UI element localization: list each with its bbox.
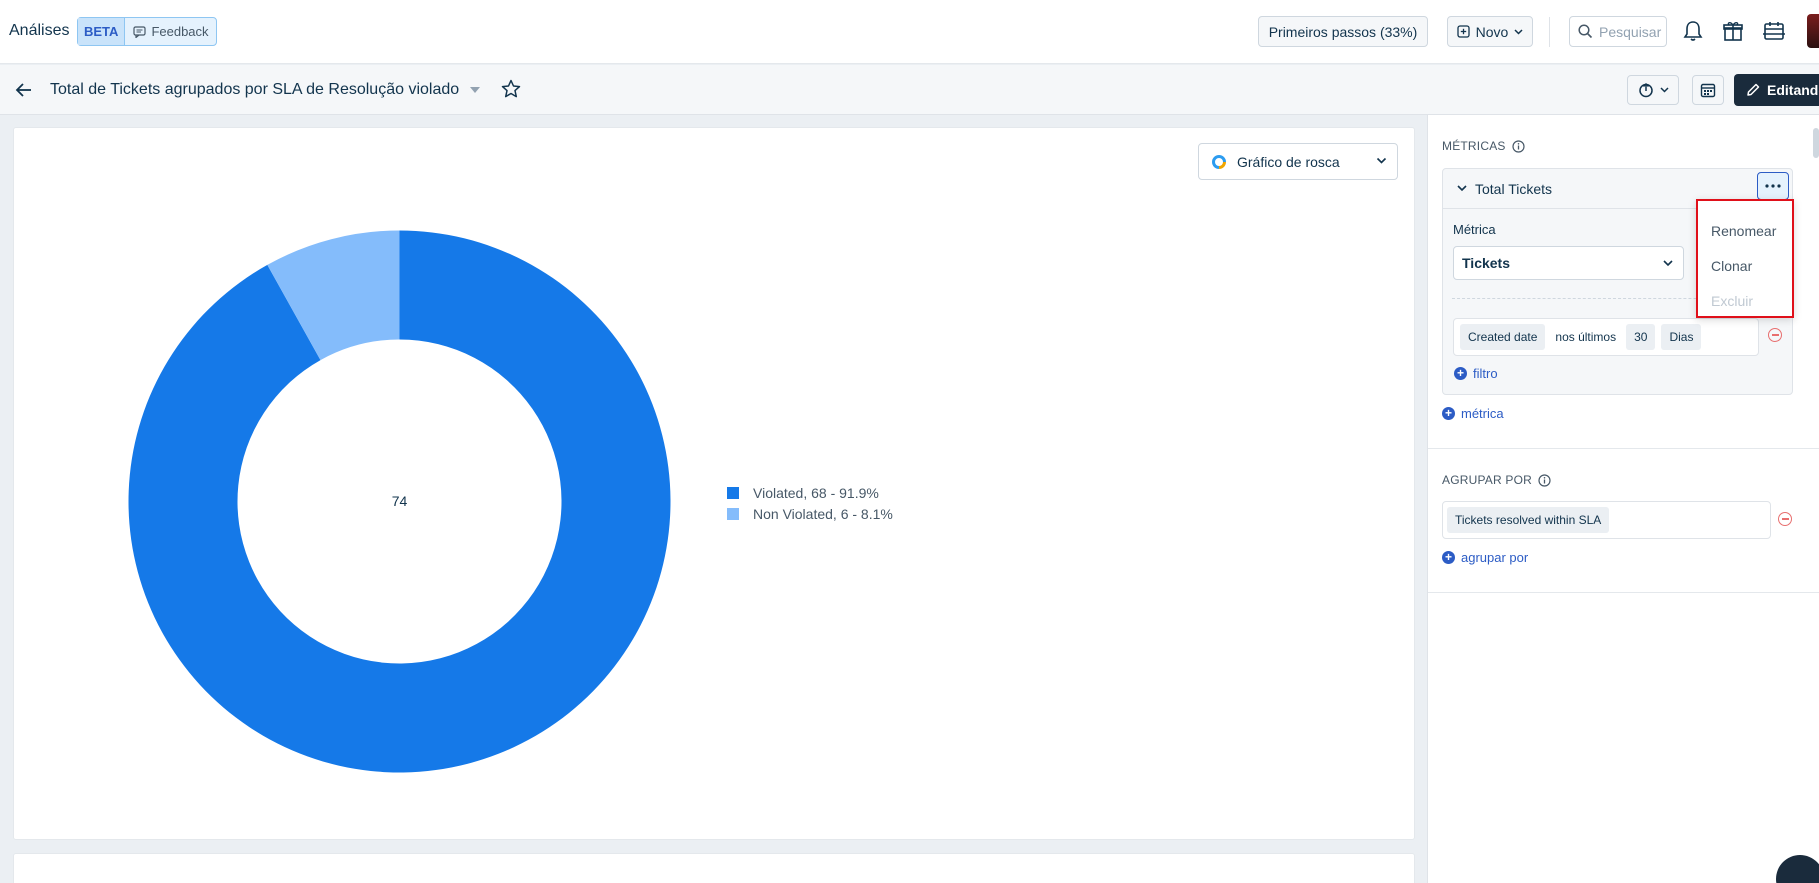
more-options-button[interactable] (1757, 172, 1789, 200)
add-metric-link[interactable]: + métrica (1442, 406, 1504, 421)
add-filter-label: filtro (1473, 366, 1498, 381)
avatar[interactable] (1807, 14, 1819, 48)
chevron-down-icon (1659, 87, 1669, 93)
metrics-title: MÉTRICAS (1442, 139, 1506, 153)
group-by-heading: AGRUPAR POR (1442, 473, 1551, 487)
legend-label: Non Violated, 6 - 8.1% (753, 505, 893, 522)
secondary-card (13, 853, 1415, 883)
edit-button[interactable]: Editando (1734, 74, 1819, 106)
info-icon[interactable] (1512, 139, 1525, 153)
legend-swatch (727, 507, 739, 520)
calendar-button[interactable] (1692, 75, 1724, 105)
caret-down-icon[interactable] (470, 87, 480, 93)
export-icon (1638, 82, 1653, 98)
chevron-down-icon (1514, 28, 1523, 35)
edit-label: Editando (1767, 82, 1819, 98)
group-by-value[interactable]: Tickets resolved within SLA (1447, 507, 1610, 533)
add-group-label: agrupar por (1461, 550, 1529, 565)
menu-item-rename[interactable]: Renomear (1711, 223, 1776, 239)
feedback-button[interactable]: Feedback (125, 24, 209, 39)
plus-circle-icon: + (1454, 367, 1467, 380)
calendar-icon (1700, 83, 1716, 98)
metric-name: Total Tickets (1475, 180, 1553, 197)
donut-chart-icon (1212, 154, 1226, 169)
bell-icon[interactable] (1681, 19, 1705, 43)
add-filter-link[interactable]: + filtro (1454, 366, 1498, 381)
filter-row[interactable]: Created date nos últimos 30 Dias (1453, 318, 1759, 356)
remove-group-icon[interactable] (1778, 512, 1792, 526)
legend-swatch (727, 486, 739, 499)
menu-item-delete: Excluir (1711, 293, 1754, 309)
plus-circle-icon: + (1442, 407, 1455, 420)
more-dots-icon (1765, 184, 1781, 188)
filter-unit[interactable]: Dias (1661, 324, 1702, 350)
chevron-down-icon (1376, 157, 1387, 164)
top-bar: Análises BETA Feedback Primeiros passos … (0, 0, 1819, 64)
donut-center-label: 74 (392, 493, 408, 509)
novo-button[interactable]: Novo (1447, 16, 1533, 47)
chart-legend: Violated, 68 - 91.9% Non Violated, 6 - 8… (727, 482, 893, 524)
pencil-icon (1747, 83, 1760, 96)
novo-label: Novo (1475, 23, 1509, 40)
filter-field[interactable]: Created date (1460, 324, 1546, 350)
chevron-down-icon[interactable] (1457, 185, 1467, 192)
remove-filter-icon[interactable] (1768, 328, 1782, 342)
chevron-down-icon (1663, 260, 1673, 267)
chart-type-label: Gráfico de rosca (1237, 153, 1340, 170)
divider (1428, 448, 1819, 449)
report-header: Total de Tickets agrupados por SLA de Re… (0, 65, 1819, 115)
legend-item-violated[interactable]: Violated, 68 - 91.9% (727, 482, 893, 503)
plus-circle-icon: + (1442, 551, 1455, 564)
group-by-title: AGRUPAR POR (1442, 473, 1532, 487)
scrollbar[interactable] (1813, 128, 1819, 158)
search-icon (1578, 24, 1593, 39)
metric-field-label: Métrica (1453, 222, 1496, 237)
search-input[interactable]: Pesquisar (1569, 16, 1667, 47)
metric-select[interactable]: Tickets (1453, 246, 1684, 280)
primeiros-passos-label: Primeiros passos (33%) (1268, 23, 1418, 40)
calendar-grid-icon[interactable] (1762, 19, 1786, 43)
info-icon[interactable] (1538, 473, 1551, 487)
filter-amount[interactable]: 30 (1626, 324, 1656, 350)
legend-label: Violated, 68 - 91.9% (753, 484, 879, 501)
group-by-field[interactable]: Tickets resolved within SLA (1442, 501, 1771, 539)
divider (1549, 17, 1550, 47)
metric-select-value: Tickets (1462, 255, 1510, 271)
chat-icon (133, 25, 147, 38)
beta-feedback-group[interactable]: BETA Feedback (77, 17, 217, 46)
star-icon[interactable] (500, 78, 522, 100)
filter-operator[interactable]: nos últimos (1551, 330, 1620, 344)
donut-chart: 74 (128, 230, 671, 773)
menu-item-clone[interactable]: Clonar (1711, 258, 1752, 274)
add-group-link[interactable]: + agrupar por (1442, 550, 1528, 565)
gift-icon[interactable] (1721, 19, 1745, 43)
back-arrow-icon[interactable] (13, 79, 35, 101)
metrics-heading: MÉTRICAS (1442, 139, 1525, 153)
divider (1428, 592, 1819, 593)
feedback-label: Feedback (151, 24, 209, 39)
plus-square-icon (1457, 25, 1470, 38)
metric-options-menu: Renomear Clonar Excluir (1696, 199, 1794, 318)
app-title: Análises (9, 22, 70, 39)
beta-badge: BETA (78, 18, 126, 45)
chart-type-select[interactable]: Gráfico de rosca (1198, 143, 1398, 180)
report-title[interactable]: Total de Tickets agrupados por SLA de Re… (50, 81, 459, 99)
primeiros-passos-button[interactable]: Primeiros passos (33%) (1258, 16, 1428, 47)
search-placeholder: Pesquisar (1599, 23, 1662, 40)
legend-item-non-violated[interactable]: Non Violated, 6 - 8.1% (727, 503, 893, 524)
add-metric-label: métrica (1461, 406, 1504, 421)
export-button[interactable] (1627, 75, 1679, 105)
